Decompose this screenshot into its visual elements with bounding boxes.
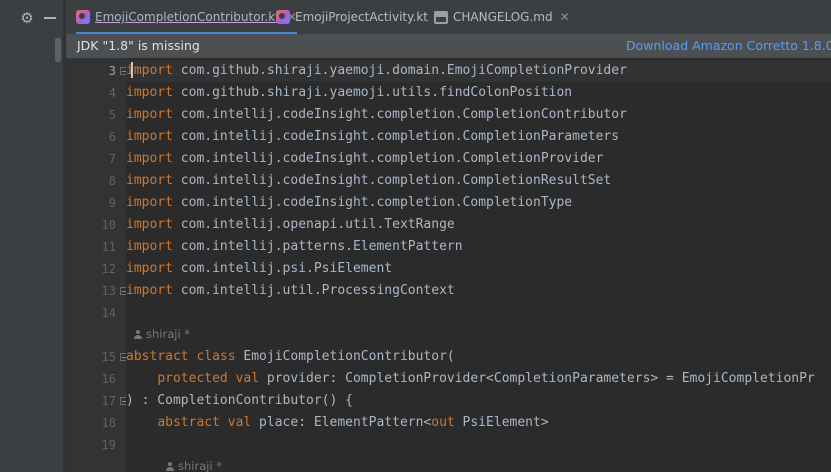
code-token: com.intellij.codeInsight.completion.Comp… xyxy=(172,151,604,166)
keyword-token: import xyxy=(126,217,173,232)
line-number: 18 xyxy=(101,416,116,430)
author-inlay-hint[interactable]: shiraji * xyxy=(134,326,190,342)
code-line[interactable]: import com.intellij.openapi.util.TextRan… xyxy=(126,214,455,236)
person-icon xyxy=(134,330,142,339)
code-token: com.intellij.codeInsight.completion.Comp… xyxy=(172,173,612,188)
keyword-token: import xyxy=(126,239,173,254)
code-token: com.intellij.patterns.ElementPattern xyxy=(172,239,463,254)
code-token: PsiElement> xyxy=(454,415,549,430)
code-token: EmojiCompletionContributor( xyxy=(235,349,455,364)
code-token: ) : CompletionContributor() { xyxy=(126,393,353,408)
keyword-token: out xyxy=(431,415,455,430)
keyword-token: protected val xyxy=(157,371,260,386)
code-line[interactable]: import com.intellij.util.ProcessingConte… xyxy=(126,280,455,302)
code-line[interactable]: ) : CompletionContributor() { xyxy=(126,390,353,412)
line-number: 7 xyxy=(108,152,116,166)
keyword-token: import xyxy=(126,261,173,276)
code-line[interactable]: import com.intellij.codeInsight.completi… xyxy=(126,192,572,214)
jdk-missing-banner: JDK "1.8" is missing Download Amazon Cor… xyxy=(66,34,831,58)
code-line[interactable]: import com.github.shiraji.yaemoji.domain… xyxy=(126,60,831,82)
keyword-token: import xyxy=(126,195,173,210)
author-name: shiraji * xyxy=(146,327,191,341)
line-number: 11 xyxy=(101,240,116,254)
tab-changelog[interactable]: CHANGELOG.md ✕ xyxy=(434,0,570,34)
author-inlay-hint[interactable]: shiraji * xyxy=(166,458,222,472)
code-token: place: ElementPattern< xyxy=(251,415,432,430)
code-line[interactable]: import com.intellij.codeInsight.completi… xyxy=(126,170,611,192)
kotlin-file-icon xyxy=(276,10,290,24)
line-number: 19 xyxy=(101,438,116,452)
keyword-token: import xyxy=(126,283,173,298)
code-token: com.github.shiraji.yaemoji.utils.findCol… xyxy=(172,85,573,100)
code-line[interactable]: abstract val place: ElementPattern<out P… xyxy=(126,412,549,434)
author-name: shiraji * xyxy=(178,459,223,472)
keyword-token: import xyxy=(126,173,173,188)
line-number: 17 xyxy=(101,394,116,408)
project-tool-window-strip xyxy=(0,0,66,472)
line-number: 4 xyxy=(108,86,116,100)
code-line[interactable]: import com.intellij.codeInsight.completi… xyxy=(126,126,619,148)
code-editor[interactable]: import com.github.shiraji.yaemoji.domain… xyxy=(126,58,831,472)
line-number-gutter[interactable]: 3 4 5 6 7 8 9 10 11 12 13 14 15 16 17 18 19 xyxy=(66,58,128,472)
tab-label: EmojiCompletionContributor.kt xyxy=(95,10,280,24)
line-number: 10 xyxy=(101,218,116,232)
line-number: 9 xyxy=(108,196,116,210)
keyword-token: import xyxy=(126,63,173,78)
code-token: com.intellij.openapi.util.TextRange xyxy=(172,217,455,232)
code-token: provider: CompletionProvider<CompletionP… xyxy=(259,371,815,386)
keyword-token: import xyxy=(126,151,173,166)
line-number: 15 xyxy=(101,350,116,364)
code-line[interactable]: import com.github.shiraji.yaemoji.utils.… xyxy=(126,82,572,104)
minimize-icon[interactable] xyxy=(44,17,56,19)
keyword-token: import xyxy=(126,85,173,100)
tool-window-scrollbar[interactable] xyxy=(55,38,61,62)
gear-icon[interactable]: ⚙ xyxy=(19,10,35,26)
keyword-token: abstract val xyxy=(157,415,252,430)
tab-emoji-project-activity[interactable]: EmojiProjectActivity.kt ✕ xyxy=(276,0,445,34)
code-line[interactable]: import com.intellij.patterns.ElementPatt… xyxy=(126,236,463,258)
code-token: com.intellij.codeInsight.completion.Comp… xyxy=(172,129,620,144)
tab-emoji-completion-contributor[interactable]: EmojiCompletionContributor.kt ✕ xyxy=(76,0,297,35)
kotlin-file-icon xyxy=(76,10,90,24)
code-line[interactable]: import com.intellij.codeInsight.completi… xyxy=(126,148,603,170)
code-token: com.intellij.codeInsight.completion.Comp… xyxy=(172,107,627,122)
keyword-token: import xyxy=(126,107,173,122)
line-number: 13 xyxy=(101,284,116,298)
line-number: 5 xyxy=(108,108,116,122)
close-icon[interactable]: ✕ xyxy=(560,10,570,24)
tab-label: CHANGELOG.md xyxy=(453,10,553,24)
tool-window-header: ⚙ xyxy=(0,0,66,34)
banner-message: JDK "1.8" is missing xyxy=(77,38,200,53)
tab-label: EmojiProjectActivity.kt xyxy=(295,10,428,24)
code-line[interactable]: import com.intellij.psi.PsiElement xyxy=(126,258,392,280)
code-token: com.intellij.psi.PsiElement xyxy=(172,261,393,276)
code-token: com.intellij.codeInsight.completion.Comp… xyxy=(172,195,573,210)
code-token: com.github.shiraji.yaemoji.domain.EmojiC… xyxy=(172,63,627,78)
code-line[interactable]: import com.intellij.codeInsight.completi… xyxy=(126,104,627,126)
text-cursor xyxy=(131,62,133,78)
markdown-file-icon xyxy=(434,10,448,24)
person-icon xyxy=(166,462,174,471)
download-jdk-link[interactable]: Download Amazon Corretto 1.8.0_4 xyxy=(626,34,831,58)
code-line[interactable]: protected val provider: CompletionProvid… xyxy=(126,368,815,390)
code-token: com.intellij.util.ProcessingContext xyxy=(172,283,455,298)
line-number: 8 xyxy=(108,174,116,188)
editor-tab-bar: EmojiCompletionContributor.kt ✕ EmojiPro… xyxy=(66,0,831,35)
line-number: 14 xyxy=(101,306,116,320)
line-number: 6 xyxy=(108,130,116,144)
line-number: 12 xyxy=(101,262,116,276)
code-line[interactable]: abstract class EmojiCompletionContributo… xyxy=(126,346,455,368)
keyword-token: import xyxy=(126,129,173,144)
keyword-token: abstract class xyxy=(126,349,236,364)
line-number: 16 xyxy=(101,372,116,386)
line-number: 3 xyxy=(108,64,116,78)
